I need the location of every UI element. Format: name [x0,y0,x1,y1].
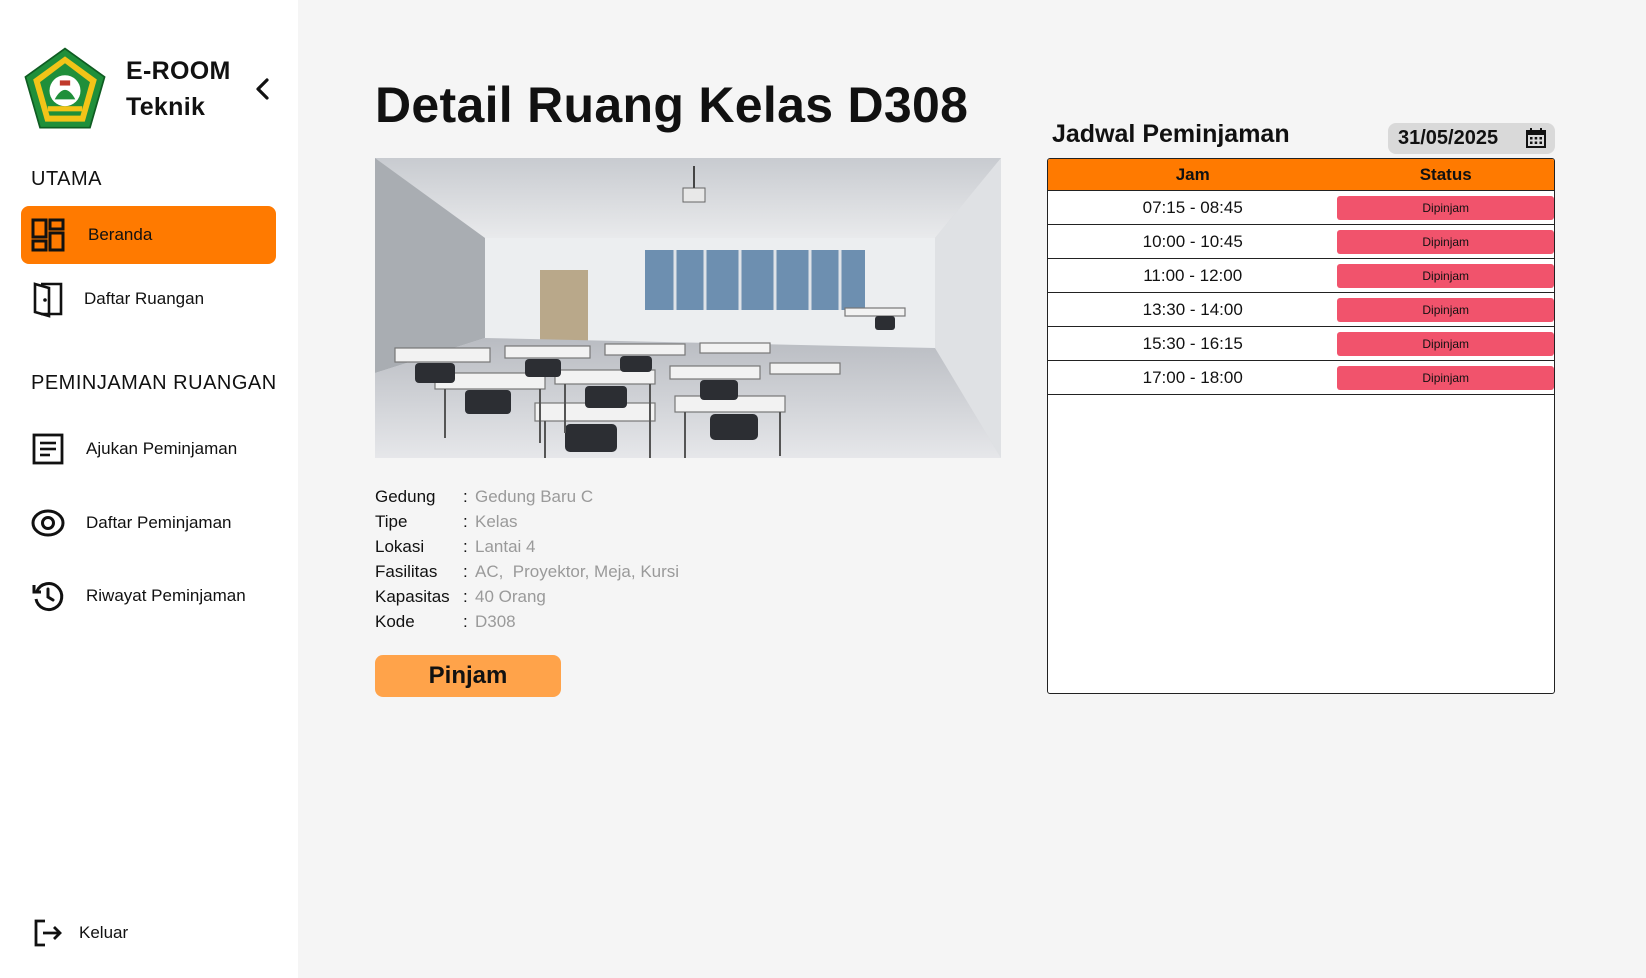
detail-label: Kode [375,611,415,631]
sidebar-item-beranda[interactable]: Beranda [21,206,276,264]
detail-value: AC, Proyektor, Meja, Kursi [475,561,680,581]
date-picker[interactable]: 31/05/2025 [1388,123,1555,154]
chevron-left-icon[interactable] [252,76,274,102]
detail-label: Kapasitas [375,586,450,606]
sidebar-item-label: Beranda [88,225,153,244]
status-badge: Dipinjam [1337,365,1554,390]
sidebar-item-label: Daftar Peminjaman [86,513,232,532]
detail-row-gedung: Gedung : Gedung Baru C [375,484,679,509]
schedule-table: Jam Status 07:15 - 08:45 Dipinjam 10:00 … [1047,158,1555,694]
date-value: 31/05/2025 [1398,127,1499,149]
time-slot: 11:00 - 12:00 [1143,265,1243,285]
dashboard-icon [30,217,66,253]
logout-button[interactable]: Keluar [21,904,276,962]
detail-colon: : [463,611,468,631]
brand-line1: E-ROOM [126,57,231,85]
table-row: 10:00 - 10:45 Dipinjam [1048,225,1554,259]
table-row: 15:30 - 16:15 Dipinjam [1048,327,1554,361]
detail-colon: : [463,511,468,531]
detail-label: Fasilitas [375,561,438,581]
time-slot: 15:30 - 16:15 [1142,333,1243,353]
detail-row-fasilitas: Fasilitas : AC, Proyektor, Meja, Kursi [375,559,679,584]
detail-value: Kelas [475,511,518,531]
sidebar-item-riwayat-peminjaman[interactable]: Riwayat Peminjaman [21,567,276,625]
header-status: Status [1419,164,1472,184]
sidebar-item-label: Daftar Ruangan [84,289,205,308]
status-badge: Dipinjam [1337,195,1554,220]
form-icon [30,431,66,467]
sidebar-item-label: Riwayat Peminjaman [86,586,246,605]
detail-row-tipe: Tipe : Kelas [375,509,679,534]
sidebar: E-ROOM Teknik UTAMA Beranda Daftar Ruang… [0,0,298,978]
pinjam-button[interactable]: Pinjam [375,655,561,697]
detail-colon: : [463,486,468,506]
detail-value: Lantai 4 [475,536,536,556]
status-badge: Dipinjam [1337,297,1554,322]
brand: E-ROOM Teknik [22,46,231,132]
section-peminjaman: PEMINJAMAN RUANGAN [31,372,277,394]
table-row: 13:30 - 14:00 Dipinjam [1048,293,1554,327]
time-slot: 07:15 - 08:45 [1142,197,1243,217]
table-row: 11:00 - 12:00 Dipinjam [1048,259,1554,293]
sidebar-item-label: Ajukan Peminjaman [86,439,238,458]
detail-row-kapasitas: Kapasitas : 40 Orang [375,584,679,609]
door-icon [30,281,66,318]
detail-colon: : [463,561,468,581]
status-badge: Dipinjam [1337,263,1554,288]
detail-value: Gedung Baru C [475,486,594,506]
logout-label: Keluar [79,923,129,942]
detail-label: Tipe [375,511,408,531]
detail-label: Gedung [375,486,436,506]
university-logo [24,47,106,129]
time-slot: 13:30 - 14:00 [1142,299,1243,319]
calendar-icon [1526,128,1546,148]
table-header: Jam Status [1048,159,1554,191]
brand-name: E-ROOM Teknik [126,53,231,125]
logout-icon [30,915,66,951]
detail-colon: : [463,586,468,606]
time-slot: 10:00 - 10:45 [1142,231,1243,251]
time-slot: 17:00 - 18:00 [1142,367,1243,387]
history-icon [30,578,66,614]
detail-colon: : [463,536,468,556]
section-utama: UTAMA [31,168,103,190]
room-photo [375,158,1001,458]
header-jam: Jam [1175,164,1210,184]
sidebar-item-daftar-peminjaman[interactable]: Daftar Peminjaman [21,494,276,552]
sidebar-item-ajukan-peminjaman[interactable]: Ajukan Peminjaman [21,420,276,478]
table-row: 17:00 - 18:00 Dipinjam [1048,361,1554,395]
detail-row-kode: Kode : D308 [375,609,679,634]
status-badge: Dipinjam [1337,331,1554,356]
room-details: Gedung : Gedung Baru C Tipe : Kelas Loka… [375,484,679,634]
detail-label: Lokasi [375,536,425,556]
detail-value: 40 Orang [475,586,546,606]
table-row: 07:15 - 08:45 Dipinjam [1048,191,1554,225]
detail-value: D308 [475,611,516,631]
brand-line2: Teknik [126,93,206,121]
detail-row-lokasi: Lokasi : Lantai 4 [375,534,679,559]
status-badge: Dipinjam [1337,229,1554,254]
eye-icon [30,505,66,541]
schedule-title: Jadwal Peminjaman [1052,120,1290,148]
page-title: Detail Ruang Kelas D308 [375,77,969,133]
sidebar-item-daftar-ruangan[interactable]: Daftar Ruangan [21,270,276,328]
